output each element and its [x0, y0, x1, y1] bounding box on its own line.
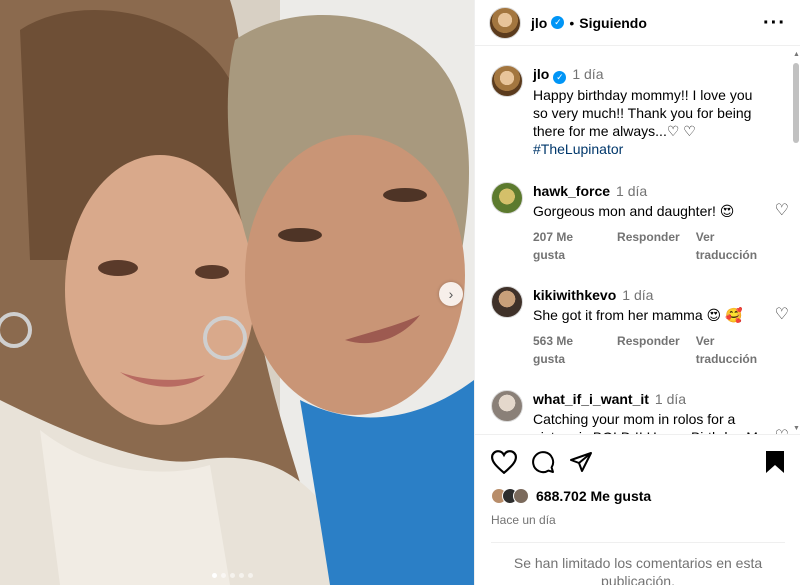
carousel-dot: [230, 573, 235, 578]
carousel-dots: [212, 573, 253, 578]
verified-badge-icon: ✓: [551, 16, 565, 29]
carousel-dot: [248, 573, 253, 578]
caption: jlo ✓ 1 día Happy birthday mommy!! I love …: [491, 65, 793, 158]
comment-time[interactable]: 1 día: [622, 287, 653, 303]
comment-time[interactable]: 1 día: [655, 391, 686, 407]
author-avatar[interactable]: [489, 6, 521, 39]
comment-text: Catching your mom in rolos for a picture…: [533, 410, 765, 435]
comment-like-heart-icon[interactable]: ♡: [775, 304, 789, 324]
author-username[interactable]: jlo: [531, 15, 547, 31]
post-photo[interactable]: ›: [0, 0, 474, 585]
comments-limited-notice: Se han limitado los comentarios en esta …: [491, 542, 785, 585]
comment-like-heart-icon[interactable]: ♡: [775, 426, 789, 435]
liker-avatars: [491, 488, 529, 504]
post-timestamp[interactable]: Hace un día: [491, 513, 785, 527]
comments-list[interactable]: jlo ✓ 1 día Happy birthday mommy!! I love …: [475, 47, 793, 434]
photo-illustration: [0, 0, 474, 585]
like-heart-icon[interactable]: [491, 450, 517, 474]
commenter-avatar[interactable]: [491, 389, 523, 422]
caption-username[interactable]: jlo: [533, 66, 549, 82]
post-header: jlo ✓ • Siguiendo ···: [475, 0, 800, 46]
comment-item: what_if_i_want_it 1 día Catching your mom…: [491, 389, 793, 435]
translate-button[interactable]: Ver traducción: [696, 332, 771, 368]
comment-username[interactable]: hawk_force: [533, 183, 610, 199]
more-horizontal-icon[interactable]: ···: [763, 13, 786, 33]
following-button[interactable]: Siguiendo: [579, 15, 647, 31]
scroll-down-arrow-icon[interactable]: ▼: [793, 425, 800, 432]
next-photo-button[interactable]: ›: [439, 282, 463, 306]
comment-username[interactable]: what_if_i_want_it: [533, 391, 649, 407]
comment-likes[interactable]: 207 Me gusta: [533, 228, 601, 264]
verified-badge-icon: ✓: [553, 70, 567, 84]
comment-username[interactable]: kikiwithkevo: [533, 287, 616, 303]
carousel-dot: [221, 573, 226, 578]
header-separator: •: [569, 14, 575, 31]
commenter-avatar[interactable]: [491, 181, 523, 214]
reply-button[interactable]: Responder: [617, 332, 680, 368]
saved-bookmark-icon[interactable]: [765, 450, 785, 474]
caption-avatar[interactable]: [491, 65, 523, 97]
scroll-up-arrow-icon[interactable]: ▲: [793, 51, 800, 58]
reply-button[interactable]: Responder: [617, 228, 680, 264]
likes-count[interactable]: 688.702 Me gusta: [536, 488, 651, 504]
comment-like-heart-icon[interactable]: ♡: [775, 200, 789, 220]
comment-likes[interactable]: 563 Me gusta: [533, 332, 601, 368]
caption-text: Happy birthday mommy!! I love you so ver…: [533, 86, 753, 139]
post-side-panel: jlo ✓ • Siguiendo ··· jlo ✓ 1 día Happy bi…: [474, 0, 800, 585]
comment-item: hawk_force 1 día Gorgeous mon and daughte…: [491, 181, 793, 264]
likes-row: 688.702 Me gusta: [491, 488, 785, 504]
commenter-avatar[interactable]: [491, 285, 523, 318]
comment-bubble-icon[interactable]: [531, 450, 555, 474]
comment-time[interactable]: 1 día: [616, 183, 647, 199]
post-actions: 688.702 Me gusta Hace un día: [475, 434, 800, 527]
chevron-right-icon: ›: [448, 286, 454, 302]
translate-button[interactable]: Ver traducción: [696, 228, 771, 264]
comment-text: Gorgeous mon and daughter! 😍: [533, 202, 735, 219]
comment-text: She got it from her mamma 😍 🥰: [533, 306, 743, 323]
caption-time[interactable]: 1 día: [572, 66, 603, 82]
comments-scrollbar[interactable]: ▲ ▼: [792, 47, 800, 434]
caption-hashtag[interactable]: #TheLupinator: [533, 140, 771, 158]
carousel-dot: [239, 573, 244, 578]
scrollbar-thumb[interactable]: [793, 63, 799, 143]
comment-item: kikiwithkevo 1 día She got it from her ma…: [491, 285, 793, 368]
share-paper-plane-icon[interactable]: [569, 450, 593, 474]
carousel-dot: [212, 573, 217, 578]
